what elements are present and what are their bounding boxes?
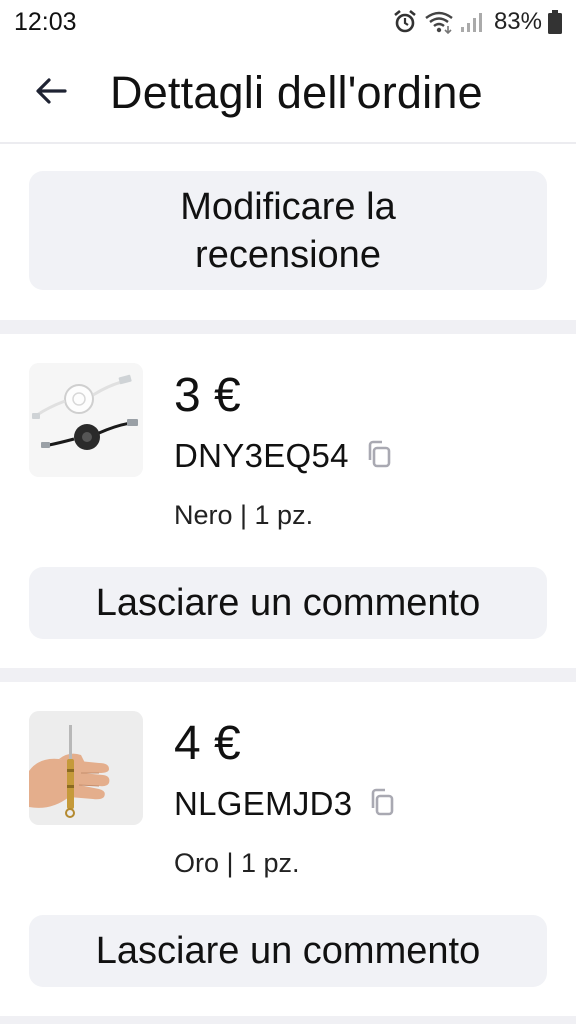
app-header: Dettagli dell'ordine bbox=[0, 44, 576, 144]
leave-comment-label: Lasciare un commento bbox=[95, 930, 481, 972]
leave-comment-button[interactable]: Lasciare un commento bbox=[29, 567, 547, 639]
item-variant: Oro | 1 pz. bbox=[174, 848, 300, 878]
arrow-left-icon bbox=[35, 77, 67, 110]
alarm-icon bbox=[392, 9, 418, 35]
section-divider bbox=[0, 320, 576, 334]
copy-icon[interactable] bbox=[368, 787, 396, 822]
wifi-icon bbox=[424, 10, 454, 34]
edit-review-label-line2: recensione bbox=[195, 233, 381, 276]
edit-review-label-line1: Modificare la bbox=[180, 185, 396, 228]
edit-review-button[interactable]: Modificare la recensione bbox=[29, 171, 547, 290]
item-variant: Nero | 1 pz. bbox=[174, 500, 314, 530]
section-divider bbox=[0, 668, 576, 682]
status-icons: 83% bbox=[392, 8, 562, 36]
order-item: 3 € DNY3EQ54 Nero | 1 pz. Lasciare un co… bbox=[0, 334, 576, 668]
copy-icon[interactable] bbox=[365, 439, 393, 474]
status-time: 12:03 bbox=[14, 7, 77, 36]
leave-comment-label: Lasciare un commento bbox=[95, 582, 481, 624]
page-title: Dettagli dell'ordine bbox=[110, 67, 483, 118]
item-price: 3 € bbox=[174, 369, 241, 422]
battery-icon bbox=[548, 10, 562, 34]
order-item: 4 € NLGEMJD3 Oro | 1 pz. Lasciare un com… bbox=[0, 682, 576, 1016]
sku-row: DNY3EQ54 bbox=[174, 437, 393, 475]
signal-icon bbox=[460, 11, 484, 33]
leave-comment-button[interactable]: Lasciare un commento bbox=[29, 915, 547, 987]
status-bar: 12:03 83% bbox=[0, 0, 576, 44]
item-sku: NLGEMJD3 bbox=[174, 785, 353, 822]
sku-row: NLGEMJD3 bbox=[174, 785, 396, 823]
section-divider bbox=[0, 1016, 576, 1024]
review-section: Modificare la recensione bbox=[0, 146, 576, 320]
product-image-cable[interactable] bbox=[29, 363, 143, 477]
battery-percent: 83% bbox=[493, 8, 542, 35]
back-button[interactable] bbox=[26, 68, 76, 118]
item-sku: DNY3EQ54 bbox=[174, 437, 349, 474]
item-price: 4 € bbox=[174, 717, 241, 770]
product-image-tool[interactable] bbox=[29, 711, 143, 825]
